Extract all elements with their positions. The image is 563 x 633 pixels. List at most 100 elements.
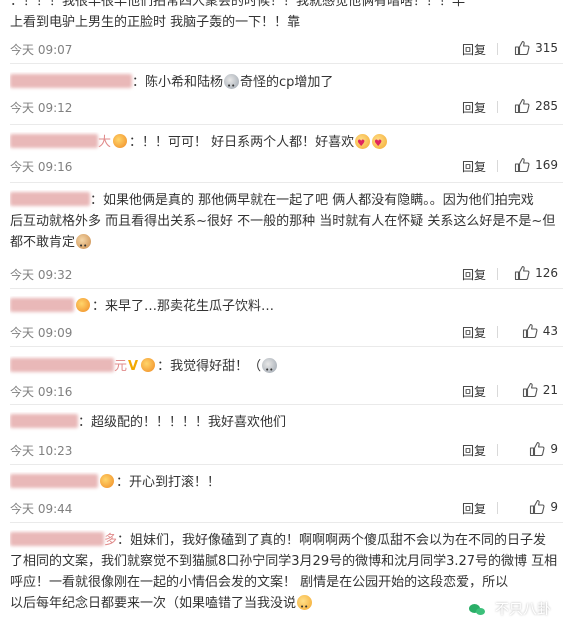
like-count: 285 (535, 99, 558, 113)
divider (10, 346, 563, 347)
divider (10, 124, 563, 125)
divider (10, 404, 563, 405)
avatar-emoji-icon (224, 74, 240, 93)
comment-line: ：！！！我很早很早他们拍常四人聚会的时候！！我就感觉他俩有暗啥！！！早 (10, 0, 466, 9)
reply-button[interactable]: 回复 (462, 41, 486, 58)
comment-time: 今天 09:12 (10, 101, 73, 115)
username-suffix[interactable]: 多 (104, 533, 117, 548)
comment-line: ：如果他俩是真的 那他俩早就在一起了吧 俩人都没有隐瞒。。因为他们拍完戏 (90, 193, 534, 208)
comment-text: ：来早了…那卖花生瓜子饮料… (10, 296, 558, 317)
thumbs-up-icon (522, 323, 538, 339)
username-blurred[interactable] (10, 414, 78, 428)
like-count: 169 (535, 158, 558, 172)
reply-button[interactable]: 回复 (462, 99, 486, 116)
comment-time: 今天 09:16 (10, 385, 73, 399)
thumbs-up-icon (515, 157, 530, 173)
divider (497, 385, 498, 397)
like-count: 9 (550, 500, 558, 514)
mention-text[interactable]: ：陈小希和陆杨 (132, 75, 223, 90)
comment-line: 以后每年纪念日都要来一次（如果嗑错了当我没说 (10, 596, 297, 611)
comment-body: ：我觉得好甜！（ (157, 359, 262, 374)
comment-meta: 今天 09:09 回复 43 (10, 323, 558, 341)
comment-line: 都不敢肯定 (10, 235, 76, 250)
comment-line: 上看到电驴上男生的正脸时 我脑子轰的一下！！靠 (10, 15, 301, 30)
username-blurred[interactable] (10, 298, 74, 312)
comment-meta: 今天 10:23 回复 9 (10, 441, 558, 459)
divider (497, 326, 498, 338)
comment-meta: 今天 09:12 回复 285 (10, 98, 558, 116)
thumbs-up-icon (530, 441, 545, 457)
heart-eyes-emoji-icon (355, 134, 371, 153)
like-button[interactable]: 9 (529, 499, 558, 515)
smile-emoji-icon (297, 595, 313, 614)
like-count: 126 (535, 266, 558, 280)
divider (497, 268, 498, 280)
reply-button[interactable]: 回复 (462, 158, 486, 175)
comment-time: 今天 09:09 (10, 326, 73, 340)
comment-time: 今天 09:32 (10, 268, 73, 282)
like-count: 21 (542, 383, 558, 397)
thumbs-up-icon (522, 382, 538, 398)
username-blurred[interactable] (10, 358, 114, 372)
username-blurred[interactable] (10, 74, 132, 88)
vip-icon: V (128, 359, 139, 374)
avatar-emoji-icon (262, 358, 278, 377)
comment-body: ：！！可可！ 好日系两个人都！好喜欢 (129, 135, 355, 150)
like-button[interactable]: 43 (522, 323, 558, 339)
comment-text: ：陈小希和陆杨 奇怪的cp增加了 (10, 72, 558, 93)
thumbs-up-icon (515, 265, 530, 281)
thumbs-up-icon (515, 40, 530, 56)
dog-emoji-icon (76, 234, 92, 253)
comment-text: ：！！！我很早很早他们拍常四人聚会的时候！！我就感觉他俩有暗啥！！！早 上看到电… (10, 0, 558, 33)
username-blurred[interactable] (10, 474, 98, 488)
divider (497, 43, 498, 55)
user-badge-icon (141, 358, 156, 372)
comment-body: ：超级配的！！！！！我好喜欢他们 (78, 415, 287, 430)
user-badge-icon (113, 134, 128, 148)
comment-text: ：如果他俩是真的 那他俩早就在一起了吧 俩人都没有隐瞒。。因为他们拍完戏 后互动… (10, 190, 558, 253)
username-blurred[interactable] (10, 532, 104, 546)
divider (497, 444, 498, 456)
like-button[interactable]: 126 (514, 265, 558, 281)
like-count: 43 (542, 324, 558, 338)
like-button[interactable]: 9 (529, 441, 558, 457)
comment-meta: 今天 09:44 回复 9 (10, 499, 558, 517)
like-button[interactable]: 169 (514, 157, 558, 173)
comment-text: 元V ：我觉得好甜！（ (10, 356, 558, 377)
divider (10, 522, 563, 523)
comment-meta: 今天 09:16 回复 169 (10, 157, 558, 175)
username-suffix[interactable]: 大 (98, 135, 111, 150)
heart-eyes-emoji-icon (372, 134, 388, 153)
comment-time: 今天 09:07 (10, 43, 73, 57)
user-badge-icon (100, 474, 114, 488)
comment-line: 后互动就格外多 而且看得出关系~很好 不一般的那种 当时就有人在怀疑 关系这么好… (10, 214, 556, 229)
wechat-icon (465, 597, 489, 621)
reply-button[interactable]: 回复 (462, 324, 486, 341)
like-count: 315 (535, 41, 558, 55)
divider (497, 160, 498, 172)
comment-time: 今天 09:44 (10, 502, 73, 516)
username-suffix[interactable]: 元 (114, 359, 127, 374)
comment-time: 今天 10:23 (10, 444, 73, 458)
reply-button[interactable]: 回复 (462, 266, 486, 283)
username-blurred[interactable] (10, 134, 98, 148)
comment-text: 大 ：！！可可！ 好日系两个人都！好喜欢 (10, 132, 558, 153)
watermark: 不只八卦 (465, 597, 551, 621)
username-blurred[interactable] (10, 192, 90, 206)
divider (497, 101, 498, 113)
comment-line: 了相同的文案，我们就察觉不到猫腻8口孙宁同学3月29号的微博和沈月同学3.27号… (10, 554, 558, 569)
divider (497, 502, 498, 514)
reply-button[interactable]: 回复 (462, 442, 486, 459)
divider (10, 464, 563, 465)
reply-button[interactable]: 回复 (462, 500, 486, 517)
comment-time: 今天 09:16 (10, 160, 73, 174)
comment-body: 奇怪的cp增加了 (240, 75, 334, 90)
like-button[interactable]: 315 (514, 40, 558, 56)
comment-line: 呼应！一看就很像刚在一起的小情侣会发的文案！ 剧情是在公园开始的这段恋爱，所以 (10, 575, 509, 590)
like-button[interactable]: 21 (522, 382, 558, 398)
comment-meta: 今天 09:07 回复 315 (10, 40, 558, 58)
thumbs-up-icon (515, 98, 530, 114)
thumbs-up-icon (530, 499, 545, 515)
like-button[interactable]: 285 (514, 98, 558, 114)
reply-button[interactable]: 回复 (462, 383, 486, 400)
